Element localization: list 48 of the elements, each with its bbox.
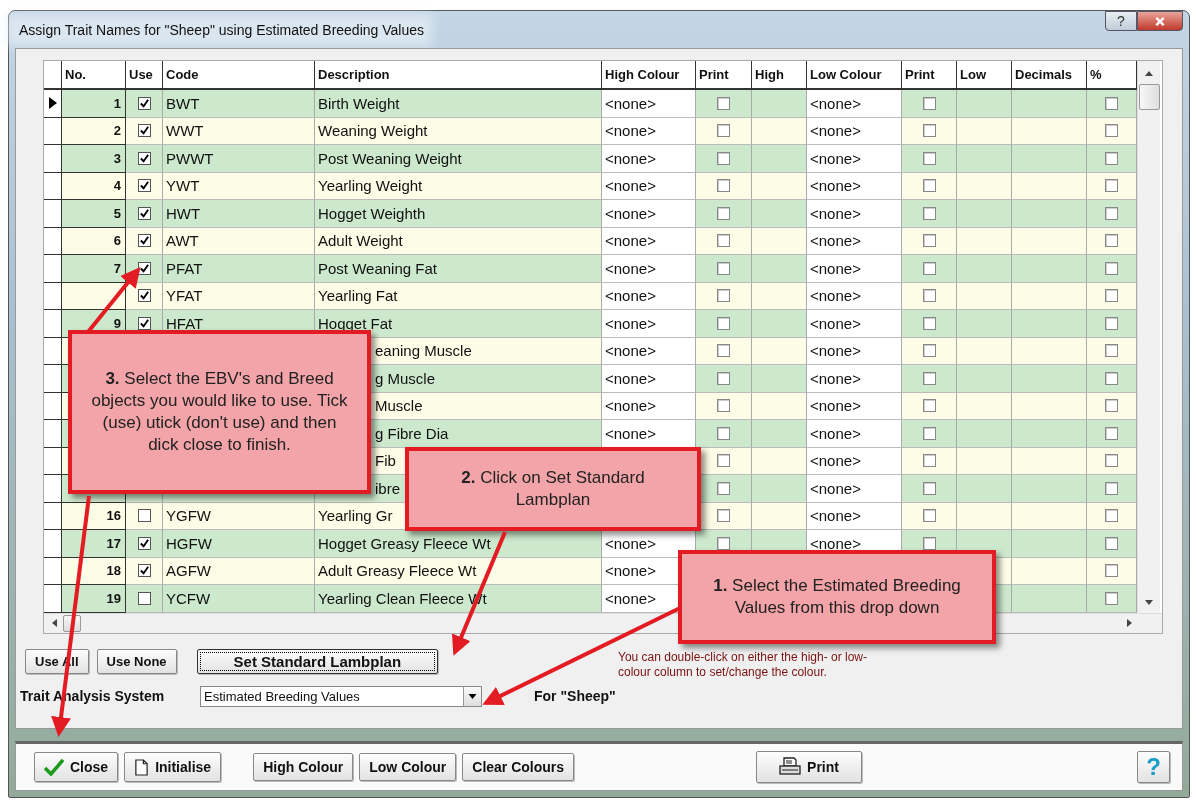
table-cell: Muscle <box>375 397 423 415</box>
table-cell: 5 <box>113 205 121 221</box>
table-cell: 2 <box>113 123 121 139</box>
table-cell: Post Weaning Weight <box>318 149 462 167</box>
table-cell: g Fibre Dia <box>375 424 449 442</box>
species-label: For "Sheep" <box>534 688 616 704</box>
table-cell: YWT <box>166 177 200 195</box>
table-cell: WWT <box>166 122 204 140</box>
table-cell: YCFW <box>166 589 211 607</box>
table-cell: Adult Greasy Fleece Wt <box>318 562 477 580</box>
table-cell: YFAT <box>166 287 203 305</box>
table-cell: ibre <box>375 479 400 497</box>
table-cell: HWT <box>166 204 201 222</box>
table-cell: 19 <box>106 590 121 606</box>
table-cell: eaning Muscle <box>375 342 472 360</box>
table-cell: Fib <box>375 452 396 470</box>
table-cell: Yearling Gr <box>318 507 393 525</box>
table-cell: Hogget Greasy Fleece Wt <box>318 534 491 552</box>
callout-tooltip: 1. Select the Estimated Breeding Values from this drop down <box>678 550 996 644</box>
table-cell: HGFW <box>166 534 212 552</box>
table-cell: Yearling Fat <box>318 287 398 305</box>
table-cell: 7 <box>113 260 121 276</box>
callout-tooltip: 3. Select the EBV's and Breed objects you would like to use. Tick (use) utick (don't use) and then dick close to finish. <box>68 330 371 494</box>
hint-text: You can double-click on either the high- or low-colour column to set/change the colour. <box>618 649 869 680</box>
table-cell: BWT <box>166 94 200 112</box>
table-cell: PFAT <box>166 259 203 277</box>
table-cell: 6 <box>113 233 121 249</box>
table-cell: AGFW <box>166 562 211 580</box>
table-cell: 9 <box>113 315 121 331</box>
table-cell: 4 <box>113 178 121 194</box>
window-title: Assign Trait Names for "Sheep" using Estimated Breeding Values <box>15 21 424 38</box>
table-cell: Weaning Weight <box>318 122 428 140</box>
table-cell: Hogget Weighth <box>318 204 426 222</box>
callout-tooltip: 2. Click on Set Standard Lambplan <box>405 447 701 531</box>
table-cell: Post Weaning Fat <box>318 259 437 277</box>
table-cell: 18 <box>106 563 121 579</box>
table-cell: 3 <box>113 150 121 166</box>
table-cell: 17 <box>106 535 121 551</box>
table-cell: AWT <box>166 232 199 250</box>
table-cell: Yearling Weight <box>318 177 423 195</box>
table-cell: 1 <box>113 95 121 111</box>
table-cell: Adult Weight <box>318 232 403 250</box>
table-cell: g Muscle <box>375 369 436 387</box>
table-cell: Birth Weight <box>318 94 400 112</box>
table-cell: HFAT <box>166 314 204 332</box>
table-cell: PWWT <box>166 149 214 167</box>
table-cell: 16 <box>106 508 121 524</box>
table-cell: YGFW <box>166 507 211 525</box>
